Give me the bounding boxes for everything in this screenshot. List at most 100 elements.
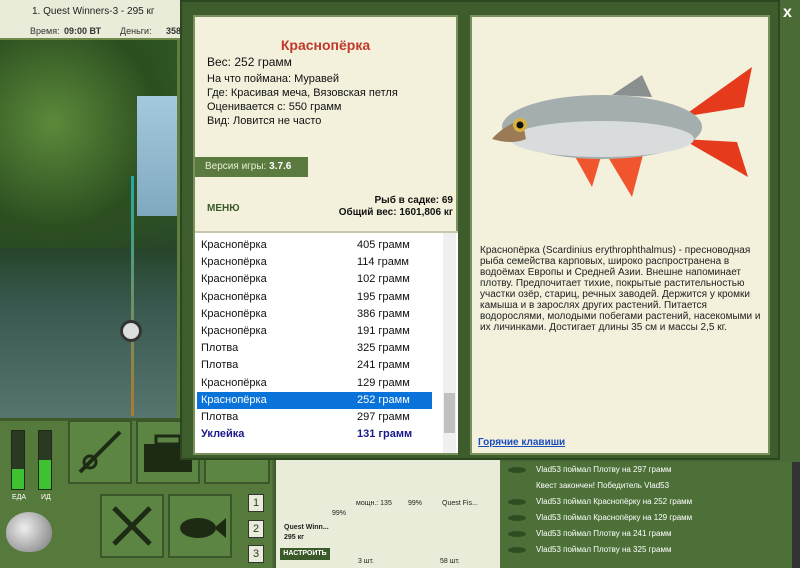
catch-row[interactable]: Плотва 297 грамм: [197, 409, 432, 426]
catch-row[interactable]: Краснопёрка 195 грамм: [197, 289, 432, 306]
sky-patch: [137, 96, 177, 216]
catch-row[interactable]: Уклейка 131 грамм: [197, 426, 432, 443]
food-meter: [11, 430, 25, 490]
chat-scrollbar[interactable]: [792, 462, 800, 568]
reel-durability: 99%: [408, 500, 423, 507]
rod-icon: [78, 430, 122, 474]
fish-icon: [508, 467, 526, 473]
catch-row[interactable]: Краснопёрка 102 грамм: [197, 271, 432, 288]
cage-stats: Рыб в садке: 69 Общий вес: 1601,806 кг: [339, 195, 453, 219]
scrollbar-thumb[interactable]: [444, 393, 455, 433]
chat-line: Vlad53 поймал Плотву на 241 грамм: [500, 526, 792, 542]
catch-fish-name: Краснопёрка: [201, 290, 267, 303]
fish-button[interactable]: [168, 494, 232, 558]
chat-text: Vlad53 поймал Плотву на 241 грамм: [536, 529, 672, 538]
catch-row[interactable]: Краснопёрка 252 грамм: [197, 391, 432, 409]
fish-icon: [508, 515, 526, 521]
food-label: ЕДА: [12, 494, 27, 501]
menu-button[interactable]: МЕНЮ: [207, 203, 240, 214]
catch-row[interactable]: Плотва 241 грамм: [197, 357, 432, 374]
energy-label: ИД: [41, 494, 51, 501]
reel-power: мощн.: 135: [356, 500, 392, 507]
hotkeys-link[interactable]: Горячие клавиши: [478, 437, 565, 448]
top-info-bar: 1. Quest Winners-3 - 295 кг Время: 09:00…: [0, 0, 182, 40]
catch-fish-weight: 325 грамм: [357, 342, 410, 355]
bait-count: 58 шт.: [440, 558, 460, 565]
catch-fish-weight: 102 грамм: [357, 273, 410, 286]
chat-text: Vlad53 поймал Краснопёрку на 129 грамм: [536, 513, 693, 522]
slot-2-button[interactable]: 2: [248, 520, 264, 538]
rudd-fish-image: [492, 67, 752, 197]
total-weight: Общий вес: 1601,806 кг: [338, 207, 453, 218]
chat-log: Vlad53 поймал Плотву на 297 грамм Квест …: [500, 462, 792, 568]
slot-3-button[interactable]: 3: [248, 545, 264, 563]
chat-line: Vlad53 поймал Краснопёрку на 129 грамм: [500, 510, 792, 526]
catch-fish-name: Краснопёрка: [201, 376, 267, 389]
catch-fish-weight: 131 грамм: [357, 428, 413, 441]
chat-text: Vlad53 поймал Плотву на 297 грамм: [536, 465, 672, 474]
chat-text: Vlad53 поймал Плотву на 325 грамм: [536, 545, 672, 554]
catch-row[interactable]: Краснопёрка 405 грамм: [197, 237, 432, 254]
pot-icon[interactable]: [6, 512, 52, 552]
catch-fish-name: Краснопёрка: [201, 325, 267, 337]
catch-fish-weight: 191 грамм: [357, 325, 410, 337]
fish-icon: [508, 531, 526, 537]
fish-details: На что поймана: Муравей Где: Красивая ме…: [207, 72, 398, 128]
reel-icon: [120, 320, 142, 342]
tackle-panel: 99% мощн.: 135 99% Quest Fis... Quest Wi…: [274, 458, 500, 568]
catch-fish-name: Краснопёрка: [201, 273, 267, 286]
money-value: 358: [166, 26, 182, 36]
fishing-rod: [131, 176, 134, 416]
catch-fish-weight: 386 грамм: [357, 307, 410, 320]
close-button[interactable]: x: [783, 4, 792, 22]
energy-meter: [38, 430, 52, 490]
version-label: Версия игры:: [205, 161, 267, 172]
catch-fish-name: Уклейка: [201, 428, 245, 441]
catch-row[interactable]: Плотва 325 грамм: [197, 340, 432, 357]
catch-fish-weight: 241 грамм: [357, 359, 410, 372]
catch-row[interactable]: Краснопёрка 129 грамм: [197, 375, 432, 392]
catch-fish-name: Краснопёрка: [201, 239, 267, 251]
fish-description: Краснопёрка (Scardinius erythrophthalmus…: [480, 245, 761, 333]
chat-text: Квест закончен! Победитель Vlad53: [536, 481, 670, 490]
fish-icon: [508, 547, 526, 553]
game-version: Версия игры: 3.7.6: [195, 157, 308, 177]
fork-knife-icon: [112, 506, 152, 546]
food-meter-fill: [12, 468, 24, 489]
version-value: 3.7.6: [269, 161, 292, 172]
fishing-scene[interactable]: [0, 40, 180, 418]
line-name: Quest Fis...: [442, 500, 478, 507]
fish-icon: [180, 518, 226, 538]
catch-row[interactable]: Краснопёрка 114 грамм: [197, 254, 432, 271]
chat-line: Vlad53 поймал Плотву на 325 грамм: [500, 542, 792, 558]
time-label: Время:: [30, 26, 60, 36]
catch-location: Где: Красивая меча, Вязовская петля: [207, 87, 398, 99]
chat-text: Vlad53 поймал Краснопёрку на 252 грамм: [536, 497, 693, 506]
catch-list[interactable]: Краснопёрка 405 грамм Краснопёрка 114 грамм…: [195, 231, 458, 453]
fish-weight: Вес: 252 грамм: [207, 55, 292, 69]
hooks-count: 3 шт.: [358, 558, 374, 565]
cooking-button[interactable]: [100, 494, 164, 558]
slot-1-button[interactable]: 1: [248, 494, 264, 512]
chat-line: Vlad53 поймал Плотву на 297 грамм: [500, 462, 792, 478]
fish-details-panel: Краснопёрка Вес: 252 грамм На что пойман…: [193, 15, 458, 455]
catch-fish-weight: 114 грамм: [357, 256, 409, 269]
energy-meter-fill: [39, 460, 51, 489]
chat-line: Квест закончен! Победитель Vlad53: [500, 478, 792, 494]
catch-fish-weight: 129 грамм: [357, 376, 410, 389]
catch-fish-name: Плотва: [201, 411, 239, 423]
catch-row[interactable]: Краснопёрка 386 грамм: [197, 306, 432, 323]
chat-line: Vlad53 поймал Краснопёрку на 252 грамм: [500, 494, 792, 510]
catch-row[interactable]: Краснопёрка 191 грамм: [197, 323, 432, 340]
cage-count: Рыб в садке: 69: [374, 195, 453, 206]
catch-list-scrollbar[interactable]: [443, 233, 456, 453]
setup-button[interactable]: НАСТРОИТЬ: [280, 548, 330, 560]
catch-fish-weight: 252 грамм: [357, 393, 410, 406]
caught-on: На что поймана: Муравей: [207, 73, 340, 85]
catch-fish-weight: 195 грамм: [357, 290, 410, 303]
rods-button[interactable]: [68, 420, 132, 484]
catch-fish-name: Плотва: [201, 342, 239, 355]
money-label: Деньги:: [120, 26, 152, 36]
catch-fish-weight: 297 грамм: [357, 411, 410, 423]
tournament-title: 1. Quest Winners-3 - 295 кг: [32, 6, 155, 17]
